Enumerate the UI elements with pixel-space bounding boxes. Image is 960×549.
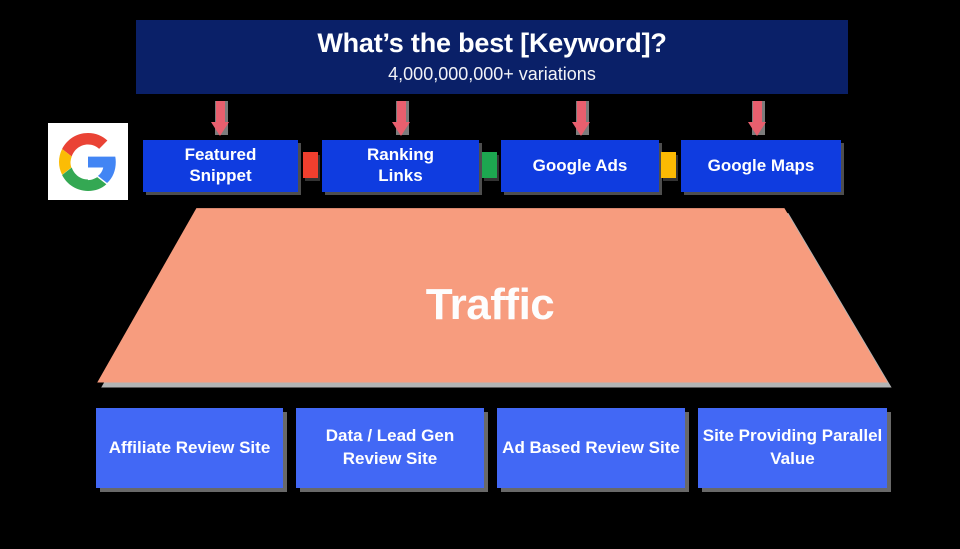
separator-yellow bbox=[661, 152, 676, 178]
site-type-label-line1: Site Providing bbox=[702, 426, 818, 446]
diagram-canvas: What’s the best [Keyword]? 4,000,000,000… bbox=[0, 0, 960, 549]
serp-feature-label-line2: Snippet bbox=[189, 166, 252, 185]
site-type-label-line2: Review Site bbox=[342, 449, 438, 468]
separator-green bbox=[482, 152, 497, 178]
variations-count: 4,000,000,000+ variations bbox=[388, 63, 596, 84]
site-type-label-line1: Ad Based bbox=[502, 437, 581, 457]
serp-feature-google-maps[interactable]: Google Maps bbox=[681, 140, 841, 192]
arrow-down-icon bbox=[569, 101, 595, 141]
arrow-down-icon bbox=[389, 101, 415, 141]
traffic-funnel: Traffic bbox=[90, 204, 892, 390]
site-type-label-line2: Review Site bbox=[585, 437, 680, 457]
site-type-label-line1: Affiliate bbox=[108, 437, 172, 457]
traffic-label: Traffic bbox=[425, 280, 555, 329]
separator-red bbox=[303, 152, 318, 178]
site-type-ad-based-review-site[interactable]: Ad Based Review Site bbox=[497, 408, 685, 488]
serp-feature-featured-snippet[interactable]: Featured Snippet bbox=[143, 140, 298, 192]
site-type-data-lead-gen-review-site[interactable]: Data / Lead Gen Review Site bbox=[296, 408, 484, 488]
arrow-down-icon bbox=[208, 101, 234, 141]
serp-feature-google-ads[interactable]: Google Ads bbox=[501, 140, 659, 192]
serp-feature-label-line1: Google Maps bbox=[707, 155, 815, 175]
search-query-bar: What’s the best [Keyword]? 4,000,000,000… bbox=[136, 20, 848, 94]
arrow-down-icon bbox=[745, 101, 771, 141]
serp-feature-label-line1: Featured bbox=[184, 145, 257, 165]
serp-feature-label-line2: Links bbox=[378, 166, 423, 185]
site-type-affiliate-review-site[interactable]: Affiliate Review Site bbox=[96, 408, 283, 488]
site-type-label-line2: Review Site bbox=[175, 437, 271, 457]
serp-feature-ranking-links[interactable]: Ranking Links bbox=[322, 140, 479, 192]
site-type-site-providing-parallel-value[interactable]: Site Providing Parallel Value bbox=[698, 408, 887, 488]
google-logo-icon bbox=[48, 123, 128, 200]
page-title: What’s the best [Keyword]? bbox=[317, 27, 667, 58]
serp-feature-label-line1: Google Ads bbox=[532, 155, 628, 175]
site-type-label-line1: Data / Lead Gen bbox=[325, 426, 455, 446]
serp-feature-label-line1: Ranking bbox=[366, 145, 435, 165]
